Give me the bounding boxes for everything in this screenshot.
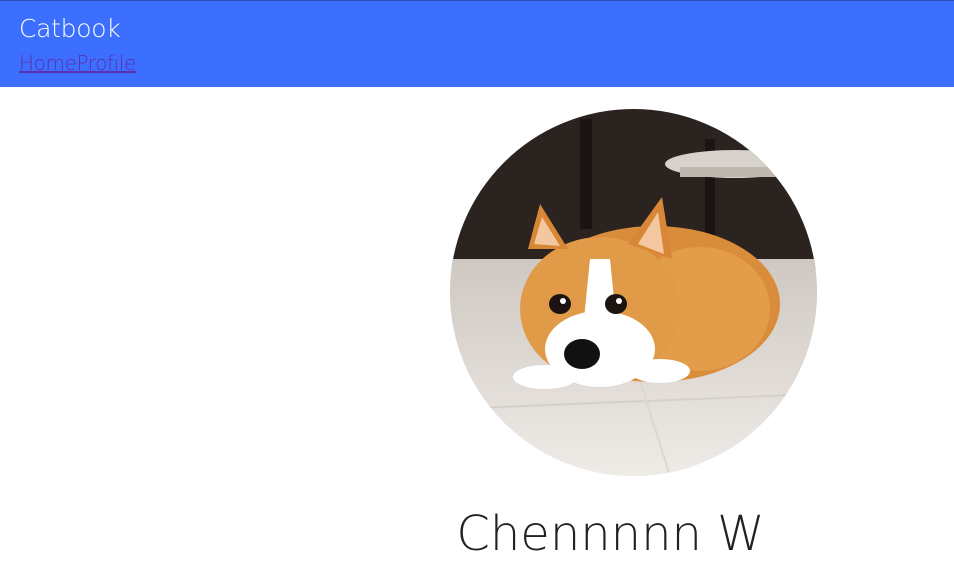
nav-link-home[interactable]: Home xyxy=(19,50,77,76)
profile-avatar xyxy=(450,109,817,476)
corgi-photo-icon xyxy=(450,109,817,476)
top-navbar: Catbook Home Profile xyxy=(0,0,954,87)
profile-name: Chennnnn W xyxy=(456,506,765,562)
app-title: Catbook xyxy=(19,14,121,43)
nav-link-profile[interactable]: Profile xyxy=(76,50,136,76)
nav-links: Home Profile xyxy=(19,50,136,76)
